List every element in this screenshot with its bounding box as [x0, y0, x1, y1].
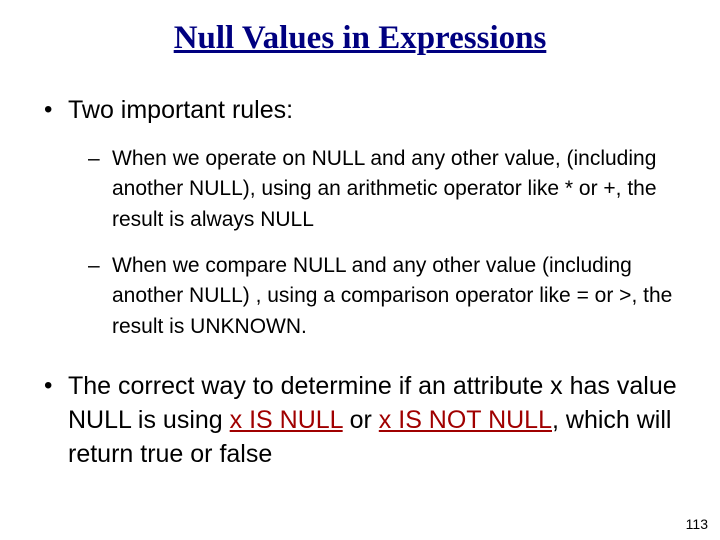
page-number: 113	[686, 516, 708, 532]
sub-bullet-comparison: When we compare NULL and any other value…	[88, 251, 680, 342]
bullet-text: When we compare NULL and any other value…	[112, 254, 672, 338]
sub-bullet-arithmetic: When we operate on NULL and any other va…	[88, 144, 680, 235]
keyword-is-not-null: x IS NOT NULL	[379, 406, 552, 434]
bullet-text: When we operate on NULL and any other va…	[112, 147, 657, 231]
bullet-rules-intro: Two important rules: When we operate on …	[40, 94, 680, 342]
slide: Null Values in Expressions Two important…	[0, 0, 720, 540]
bullet-list-level1: Two important rules: When we operate on …	[0, 94, 720, 472]
bullet-is-null: The correct way to determine if an attri…	[40, 370, 680, 471]
keyword-is-null: x IS NULL	[230, 406, 343, 434]
bullet-text: Two important rules:	[68, 96, 293, 124]
bullet-text-mid: or	[343, 406, 379, 434]
bullet-list-level2: When we operate on NULL and any other va…	[68, 144, 680, 343]
slide-title: Null Values in Expressions	[0, 0, 720, 66]
